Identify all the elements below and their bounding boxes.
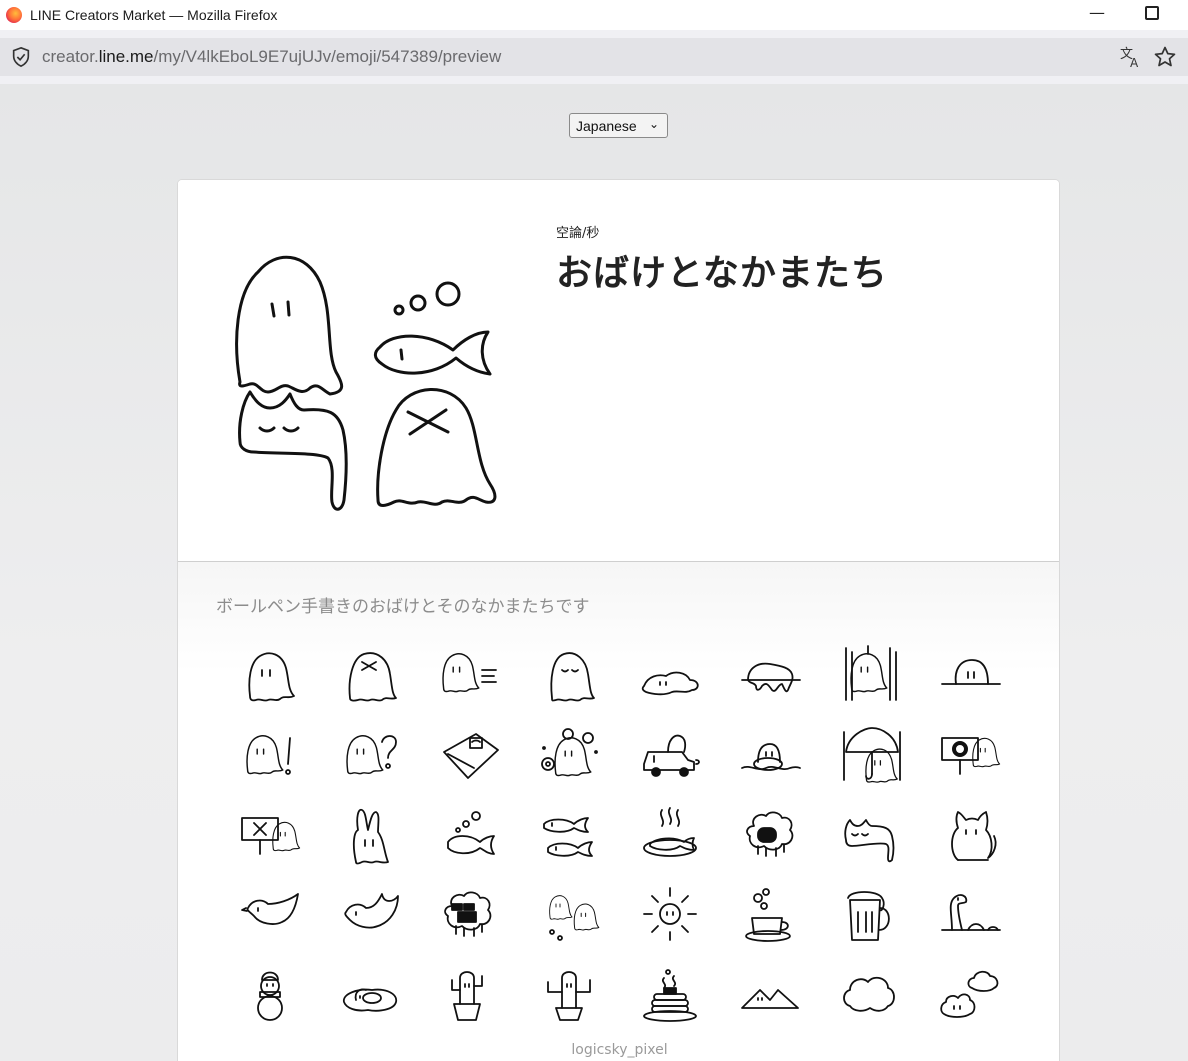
firefox-icon — [6, 7, 22, 23]
cloud-emoji[interactable] — [838, 964, 904, 1026]
ghost-float-emoji[interactable] — [738, 724, 804, 786]
bird-flying-emoji[interactable] — [338, 884, 404, 946]
ghost-exclaim-emoji[interactable] — [238, 724, 304, 786]
minimize-icon[interactable]: — — [1088, 4, 1106, 22]
nessie-emoji[interactable] — [938, 884, 1004, 946]
car-emoji[interactable] — [638, 724, 704, 786]
umbrella-emoji[interactable] — [838, 724, 904, 786]
copyright-text: logicsky_pixel — [571, 1042, 668, 1058]
sheep-sunglasses-emoji[interactable] — [438, 884, 504, 946]
chevron-down-icon: ⌄ — [648, 117, 659, 131]
ghost-x-emoji[interactable] — [338, 644, 404, 706]
ghost-rain-emoji[interactable] — [838, 644, 904, 706]
window-title: LINE Creators Market — Mozilla Firefox — [30, 7, 278, 23]
ghost-peek-emoji[interactable] — [938, 644, 1004, 706]
ghost-emoji[interactable] — [238, 644, 304, 706]
language-select[interactable]: Japanese ⌄ — [569, 113, 668, 138]
sheep-emoji[interactable] — [738, 804, 804, 866]
bird-emoji[interactable] — [238, 884, 304, 946]
snowman-emoji[interactable] — [238, 964, 304, 1026]
two-fish-emoji[interactable] — [538, 804, 604, 866]
coffee-emoji[interactable] — [738, 884, 804, 946]
url-text[interactable]: creator.line.me/my/V4lkEboL9E7ujUJv/emoj… — [42, 47, 501, 67]
pack-title: おばけとなかまたち — [556, 253, 888, 294]
bunny-ghost-emoji[interactable] — [338, 804, 404, 866]
puddle-emoji[interactable] — [638, 644, 704, 706]
pack-body: ボールペン手書きのおばけとそのなかまたちです logicsky_pixel — [178, 562, 1059, 1061]
cactus-arms-emoji[interactable] — [538, 964, 604, 1026]
window-titlebar: LINE Creators Market — Mozilla Firefox — — [0, 0, 1188, 30]
sign-x-emoji[interactable] — [238, 804, 304, 866]
address-bar[interactable]: creator.line.me/my/V4lkEboL9E7ujUJv/emoj… — [0, 38, 1188, 76]
melting-emoji[interactable] — [738, 644, 804, 706]
svg-text:A: A — [1130, 56, 1139, 70]
author-name: 空論/秒 — [556, 226, 600, 241]
bed-emoji[interactable] — [438, 724, 504, 786]
ghost-sleepy-emoji[interactable] — [538, 644, 604, 706]
page-content: Japanese ⌄ 空論/秒 おばけとなかまたち ボールペン手書きのおばけとそ… — [0, 84, 1188, 1061]
shield-icon[interactable] — [10, 46, 32, 68]
bookmark-star-icon[interactable] — [1153, 45, 1177, 69]
language-select-value: Japanese — [576, 117, 637, 134]
cat-sitting-emoji[interactable] — [938, 804, 1004, 866]
translate-icon[interactable]: 文 A — [1118, 44, 1144, 70]
navigation-bar: creator.line.me/my/V4lkEboL9E7ujUJv/emoj… — [0, 30, 1188, 84]
ghost-question-emoji[interactable] — [338, 724, 404, 786]
ghost-pair-emoji[interactable] — [538, 884, 604, 946]
cat-lying-emoji[interactable] — [838, 804, 904, 866]
sign-o-emoji[interactable] — [938, 724, 1004, 786]
pack-header: 空論/秒 おばけとなかまたち — [178, 180, 1059, 561]
ghost-dash-emoji[interactable] — [438, 644, 504, 706]
beer-emoji[interactable] — [838, 884, 904, 946]
mountains-emoji[interactable] — [738, 964, 804, 1026]
main-image — [235, 255, 497, 511]
fried-egg-emoji[interactable] — [338, 964, 404, 1026]
grilled-fish-emoji[interactable] — [638, 804, 704, 866]
cloud-ghosts-emoji[interactable] — [938, 964, 1004, 1026]
pancakes-emoji[interactable] — [638, 964, 704, 1026]
pack-description: ボールペン手書きのおばけとそのなかまたちです — [216, 597, 590, 617]
emoji-pack-card: 空論/秒 おばけとなかまたち ボールペン手書きのおばけとそのなかまたちです lo… — [177, 179, 1060, 1061]
fish-bubbles-emoji[interactable] — [438, 804, 504, 866]
sun-emoji[interactable] — [638, 884, 704, 946]
ghost-flowers-emoji[interactable] — [538, 724, 604, 786]
cactus-emoji[interactable] — [438, 964, 504, 1026]
maximize-icon[interactable] — [1145, 6, 1159, 20]
